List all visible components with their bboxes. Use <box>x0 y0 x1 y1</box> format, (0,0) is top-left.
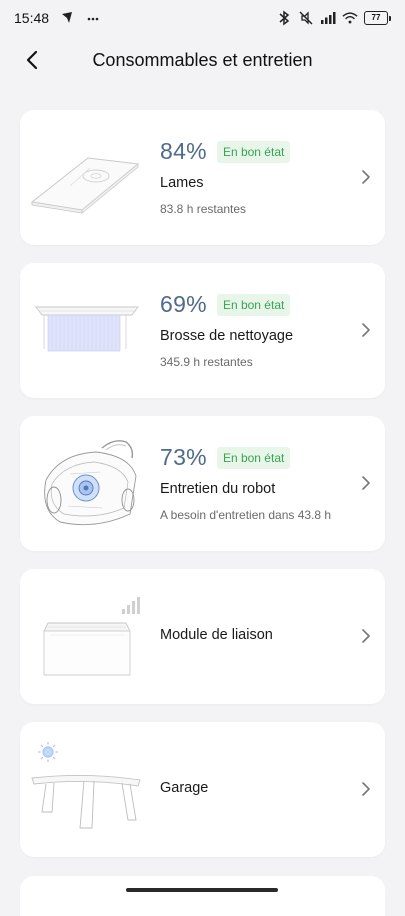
link-module-illustration <box>43 597 140 676</box>
chevron-right-icon <box>362 323 370 337</box>
cleaning-brush-illustration <box>35 306 139 352</box>
item-name: Brosse de nettoyage <box>160 328 294 344</box>
card-text: Module de liaison <box>160 569 345 704</box>
wear-percent: 84% <box>160 138 207 164</box>
status-bar: 15:48 77 <box>0 0 405 36</box>
card-text: 73% En bon état Entretien du robot A bes… <box>160 416 345 551</box>
blade-plate-illustration <box>30 157 140 214</box>
item-remaining: A besoin d'entretien dans 43.8 h <box>160 508 332 522</box>
wifi-icon <box>342 10 358 26</box>
home-indicator[interactable] <box>126 888 278 892</box>
item-remaining: 345.9 h restantes <box>160 355 253 369</box>
item-name: Lames <box>160 175 204 191</box>
consumable-card-blades[interactable]: 84% En bon état Lames 83.8 h restantes <box>20 110 385 245</box>
wear-percent: 69% <box>160 291 207 317</box>
chevron-right-icon <box>362 476 370 490</box>
app-header: Consommables et entretien <box>0 36 405 86</box>
percent-row: 84% En bon état <box>160 138 291 165</box>
status-badge: En bon état <box>216 293 291 316</box>
consumable-card-link-module[interactable]: Module de liaison <box>20 569 385 704</box>
consumable-card-robot-maintenance[interactable]: 73% En bon état Entretien du robot A bes… <box>20 416 385 551</box>
consumables-list: 84% En bon état Lames 83.8 h restantes 6… <box>20 110 385 875</box>
consumable-card-brush[interactable]: 69% En bon état Brosse de nettoyage 345.… <box>20 263 385 398</box>
status-left: 15:48 <box>14 10 101 26</box>
garage-illustration <box>31 742 141 829</box>
status-right: 77 <box>276 10 391 26</box>
page-title: Consommables et entretien <box>92 50 313 70</box>
consumable-card-garage[interactable]: Garage <box>20 722 385 857</box>
item-remaining: 83.8 h restantes <box>160 202 247 216</box>
bluetooth-icon <box>276 10 292 26</box>
card-text: 69% En bon état Brosse de nettoyage 345.… <box>160 263 345 398</box>
consumable-card-partial[interactable] <box>20 876 385 916</box>
sun-icon <box>38 742 58 762</box>
more-dots-icon <box>85 10 101 26</box>
card-text: 84% En bon état Lames 83.8 h restantes <box>160 110 345 245</box>
navigation-arrow-icon <box>59 10 75 26</box>
robot-mower-illustration <box>44 440 137 526</box>
wear-percent: 73% <box>160 444 207 470</box>
status-badge: En bon état <box>216 446 291 469</box>
battery-indicator: 77 <box>364 11 391 25</box>
item-name: Garage <box>160 780 209 796</box>
chevron-right-icon <box>362 170 370 184</box>
battery-level: 77 <box>364 11 388 25</box>
item-name: Module de liaison <box>160 627 273 643</box>
item-name: Entretien du robot <box>160 481 276 497</box>
status-time: 15:48 <box>14 10 50 26</box>
chevron-right-icon <box>362 782 370 796</box>
signal-icon <box>320 10 336 26</box>
card-text: Garage <box>160 722 345 857</box>
percent-row: 69% En bon état <box>160 291 291 318</box>
chevron-right-icon <box>362 629 370 643</box>
status-badge: En bon état <box>216 140 291 163</box>
battery-tip <box>389 15 391 21</box>
mute-icon <box>298 10 314 26</box>
percent-row: 73% En bon état <box>160 444 291 471</box>
